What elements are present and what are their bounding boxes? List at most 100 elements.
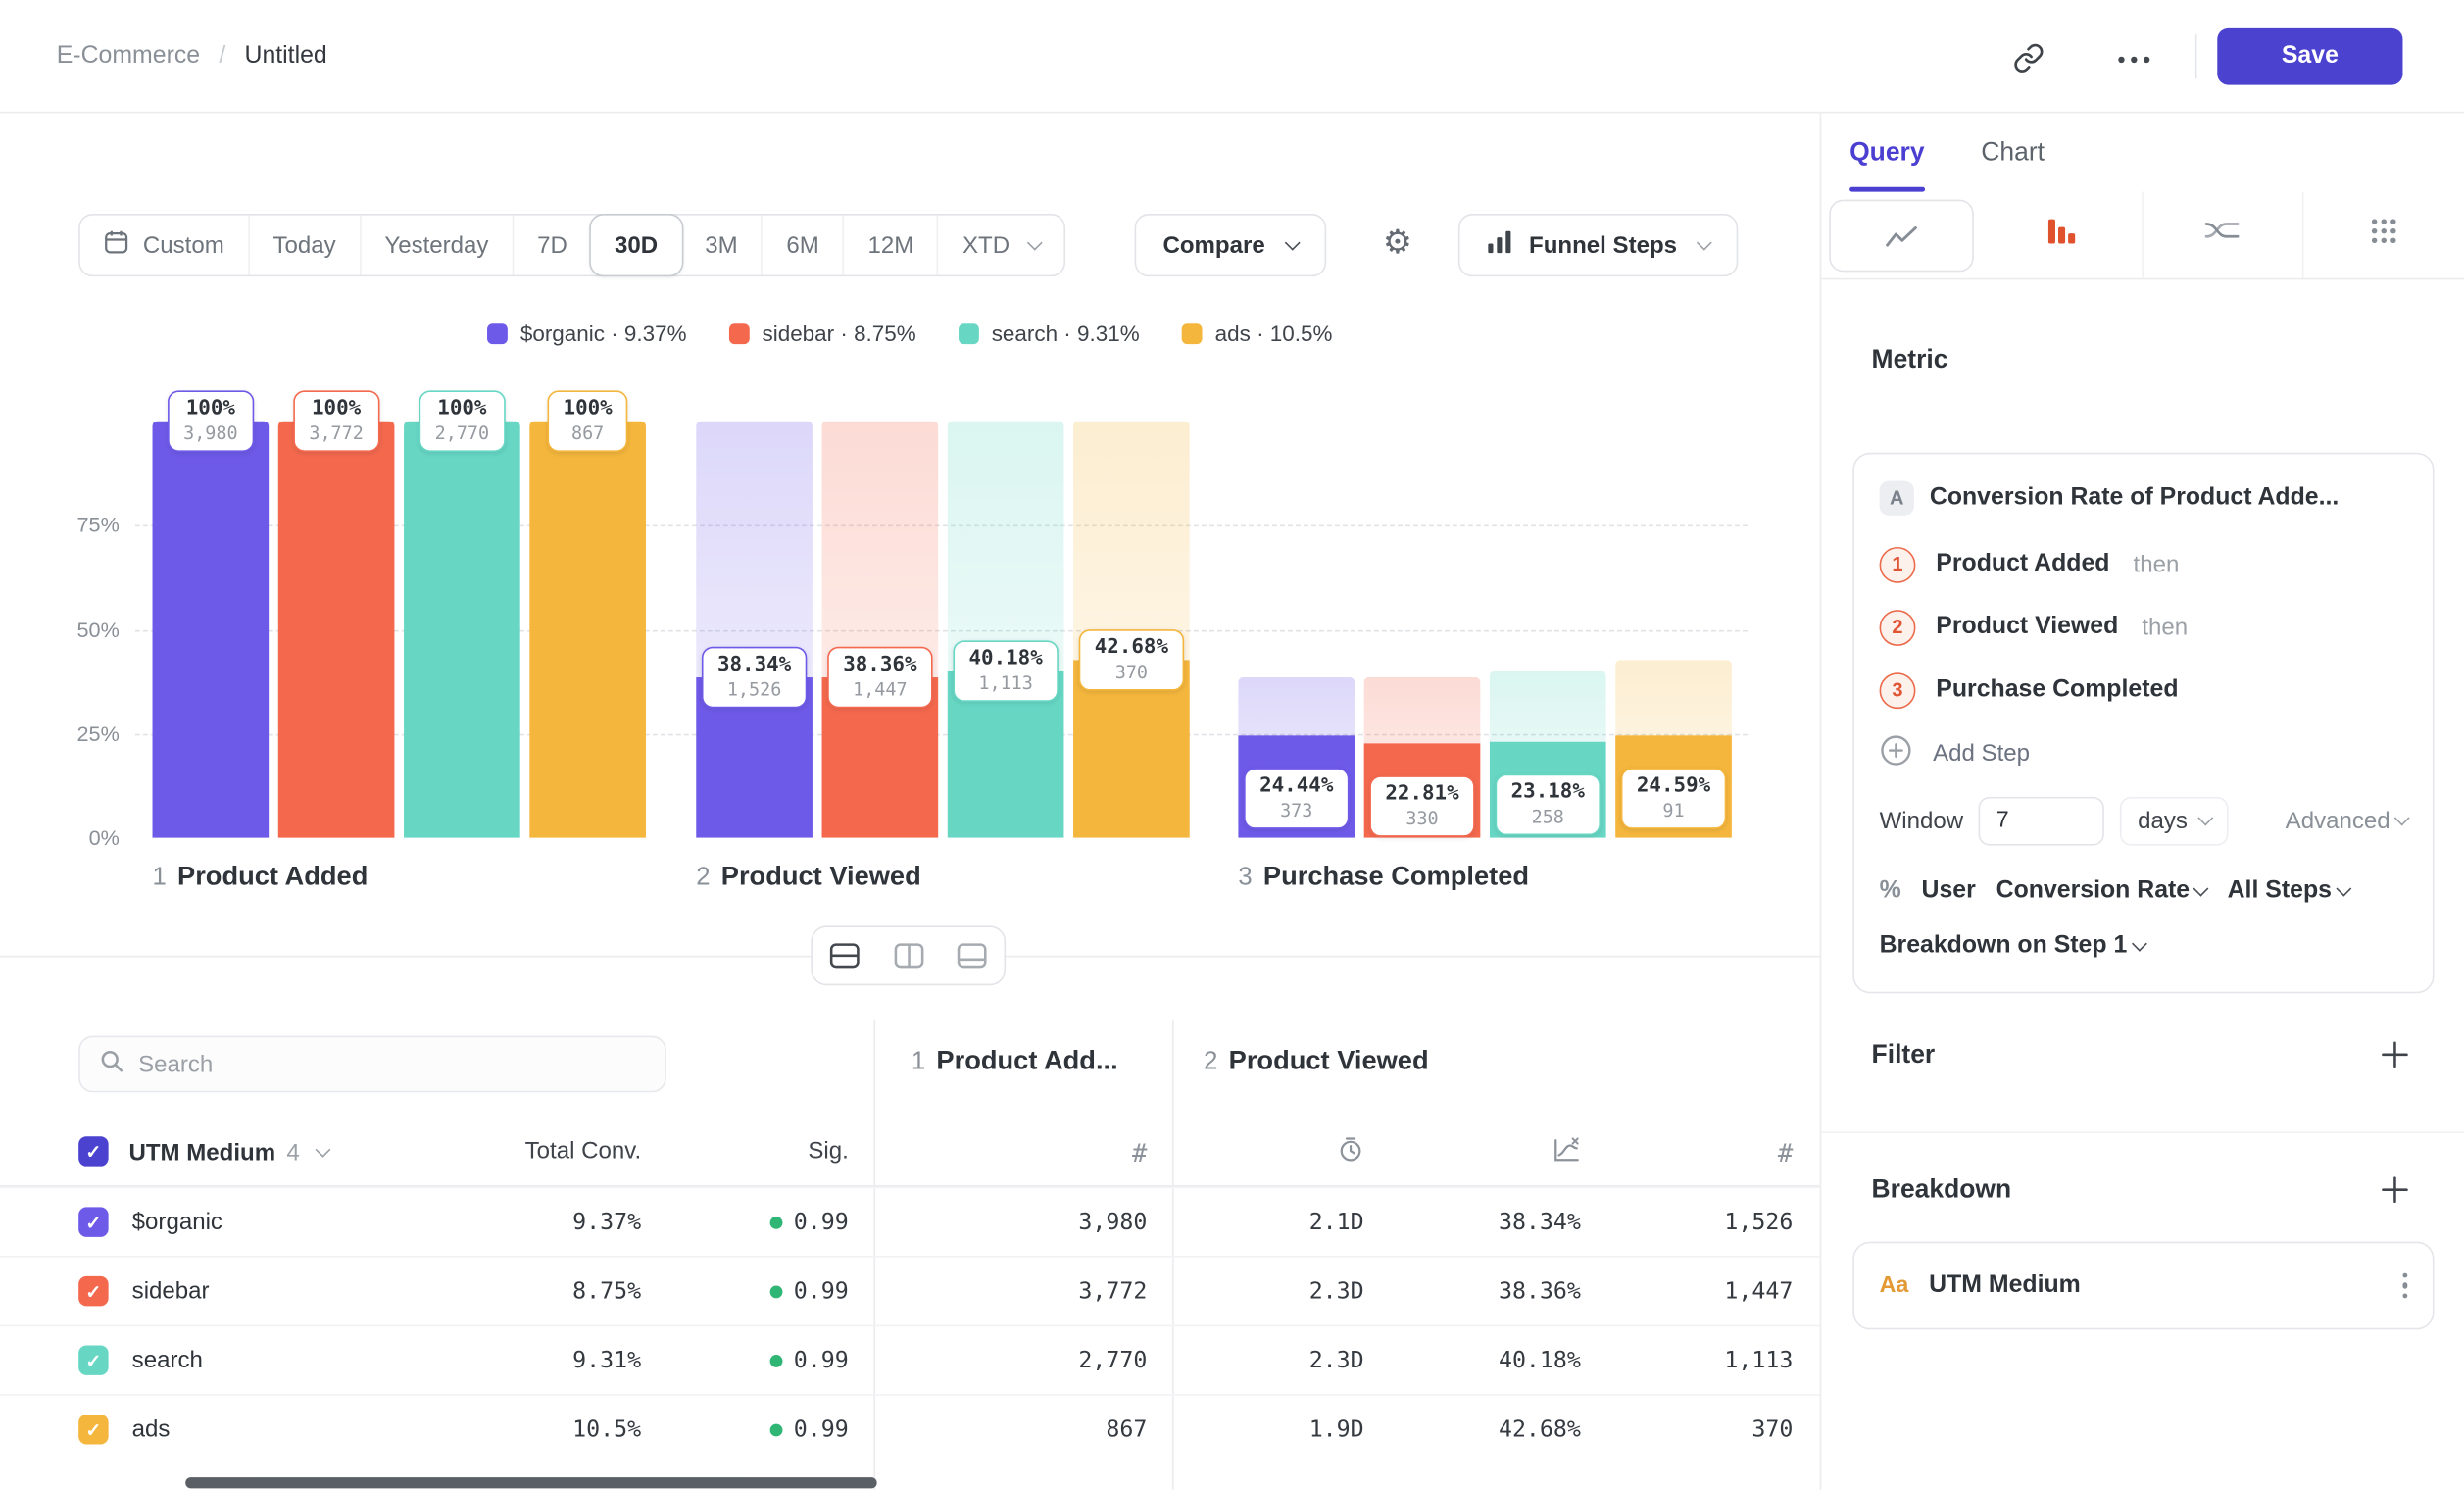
date-range-7d[interactable]: 7D <box>513 216 591 275</box>
metric-step[interactable]: 2Product Viewedthen <box>1880 596 2408 659</box>
funnel-bar[interactable] <box>153 422 270 838</box>
layout-split-vertical-button[interactable] <box>876 927 940 984</box>
bar-count: 258 <box>1511 805 1585 826</box>
tab-query[interactable]: Query <box>1849 113 1924 191</box>
row-checkbox[interactable]: ✓ <box>78 1415 108 1444</box>
breadcrumb-project[interactable]: E-Commerce <box>57 42 200 71</box>
sig-header[interactable]: Sig. <box>660 1118 848 1187</box>
metric-title-row[interactable]: A Conversion Rate of Product Adde... <box>1880 476 2408 521</box>
table-row[interactable]: ✓search9.31%0.992,7702.3D40.18%1,113 <box>0 1325 1820 1395</box>
date-range-12m[interactable]: 12M <box>843 216 937 275</box>
add-step-button[interactable]: Add Step <box>1880 721 2408 784</box>
search-input[interactable] <box>138 1051 646 1077</box>
clock-icon <box>1337 1135 1363 1168</box>
measure-scope-dropdown[interactable]: All Steps <box>2228 877 2349 906</box>
layout-split-horizontal-button[interactable] <box>813 927 876 984</box>
legend-item[interactable]: $organic · 9.37% <box>487 321 686 346</box>
share-link-button[interactable] <box>2006 37 2050 81</box>
measure-metric-dropdown[interactable]: Conversion Rate <box>1996 877 2207 906</box>
date-range-xtd[interactable]: XTD <box>937 216 1064 275</box>
line-chart-tab[interactable] <box>1821 192 1981 278</box>
breakdown-on-label: Breakdown on Step 1 <box>1880 932 2128 961</box>
plus-icon <box>2381 1174 2409 1208</box>
chevron-down-icon <box>2394 810 2410 825</box>
legend-swatch <box>959 323 979 343</box>
date-range-yesterday[interactable]: Yesterday <box>360 216 513 275</box>
step-name: Product Add... <box>936 1045 1117 1074</box>
window-unit-select[interactable]: days <box>2120 796 2228 845</box>
hash-icon: # <box>1132 1137 1147 1167</box>
step-number: 3 <box>1238 865 1252 891</box>
funnel-bar[interactable] <box>278 422 395 838</box>
bar-conversion-pct: 40.18% <box>968 646 1042 670</box>
table-row[interactable]: ✓$organic9.37%0.993,9802.1D38.34%1,526 <box>0 1187 1820 1257</box>
settings-gear-button[interactable]: ⚙ <box>1383 224 1412 263</box>
breadcrumb-current[interactable]: Untitled <box>244 42 326 71</box>
breakdown-property-card[interactable]: Aa UTM Medium <box>1852 1242 2434 1330</box>
measure-entity-dropdown[interactable]: User <box>1922 877 1976 906</box>
date-range-today[interactable]: Today <box>248 216 360 275</box>
select-all-checkbox[interactable]: ✓ <box>78 1136 108 1166</box>
add-breakdown-button[interactable] <box>2376 1172 2413 1210</box>
horizontal-scrollbar-thumb[interactable] <box>185 1477 876 1488</box>
legend-item[interactable]: ads · 10.5% <box>1182 321 1332 346</box>
legend-item[interactable]: search · 9.31% <box>959 321 1140 346</box>
date-range-30d[interactable]: 30D <box>589 214 682 276</box>
legend-item[interactable]: sidebar · 8.75% <box>729 321 916 346</box>
table-row[interactable]: ✓ads10.5%0.998671.9D42.68%370 <box>0 1394 1820 1464</box>
funnel-bar[interactable] <box>529 422 646 838</box>
date-range-custom[interactable]: Custom <box>80 216 248 275</box>
metric-step[interactable]: 3Purchase Completed <box>1880 659 2408 721</box>
total-conv-header[interactable]: Total Conv. <box>421 1118 641 1187</box>
date-range-6m[interactable]: 6M <box>762 216 843 275</box>
funnel-bar-label: 24.44%373 <box>1244 769 1349 830</box>
table-row[interactable]: ✓sidebar8.75%0.993,7722.3D38.36%1,447 <box>0 1256 1820 1325</box>
breakdown-column-header[interactable]: UTM Medium 4 <box>128 1118 327 1187</box>
flow-chart-tab[interactable] <box>2142 192 2303 278</box>
cell-step1-count: 867 <box>990 1396 1147 1465</box>
breakdown-on-step-dropdown[interactable]: Breakdown on Step 1 <box>1880 919 2408 973</box>
bar-count: 1,526 <box>717 678 791 700</box>
add-filter-button[interactable] <box>2376 1037 2413 1074</box>
metric-step[interactable]: 1Product Addedthen <box>1880 533 2408 596</box>
layout-toggle-group <box>811 925 1006 985</box>
step-number: 2 <box>1204 1048 1217 1074</box>
bar-count: 1,447 <box>843 678 916 700</box>
step1-count-column[interactable]: # <box>990 1118 1147 1187</box>
funnel-chart-tab[interactable] <box>1981 192 2141 278</box>
step2-count-column[interactable]: # <box>1636 1118 1793 1187</box>
metric-badge: A <box>1880 481 1914 516</box>
date-range-3m[interactable]: 3M <box>681 216 762 275</box>
chevron-down-icon <box>315 1141 330 1157</box>
more-options-button[interactable] <box>2112 37 2156 81</box>
legend-label: search · 9.31% <box>992 321 1140 346</box>
split-vertical-icon <box>893 943 922 968</box>
row-checkbox[interactable]: ✓ <box>78 1276 108 1306</box>
funnel-bar-label: 100%2,770 <box>419 390 506 452</box>
kebab-menu-icon[interactable] <box>2402 1272 2408 1298</box>
chart-type-button[interactable]: Funnel Steps <box>1458 214 1739 276</box>
y-axis-tick: 25% <box>47 721 120 745</box>
row-checkbox[interactable]: ✓ <box>78 1207 108 1236</box>
row-checkbox[interactable]: ✓ <box>78 1345 108 1374</box>
chart-x-icon <box>1552 1135 1581 1168</box>
compare-button[interactable]: Compare <box>1135 214 1327 276</box>
ellipsis-icon <box>2118 57 2149 63</box>
step-event-name: Product Added <box>1936 550 2109 578</box>
advanced-dropdown[interactable]: Advanced <box>2286 807 2408 833</box>
section-divider <box>1821 1131 2464 1133</box>
funnel-bar[interactable] <box>404 422 520 838</box>
legend-swatch <box>729 323 750 343</box>
bar-count: 1,113 <box>968 671 1042 693</box>
tab-chart[interactable]: Chart <box>1981 113 2045 191</box>
breakdown-heading: Breakdown <box>1872 1175 2012 1205</box>
avg-time-column[interactable] <box>1207 1118 1363 1187</box>
bar-count: 867 <box>564 422 613 443</box>
conversion-trend-column[interactable] <box>1424 1118 1581 1187</box>
funnel-step-axis-label: 1Product Added <box>153 862 369 893</box>
window-value-input[interactable] <box>1979 796 2104 845</box>
save-button[interactable]: Save <box>2217 28 2402 85</box>
funnel-bar-label: 40.18%1,113 <box>953 640 1058 702</box>
layout-bottom-panel-button[interactable] <box>940 927 1004 984</box>
more-chart-types-tab[interactable] <box>2302 192 2464 278</box>
